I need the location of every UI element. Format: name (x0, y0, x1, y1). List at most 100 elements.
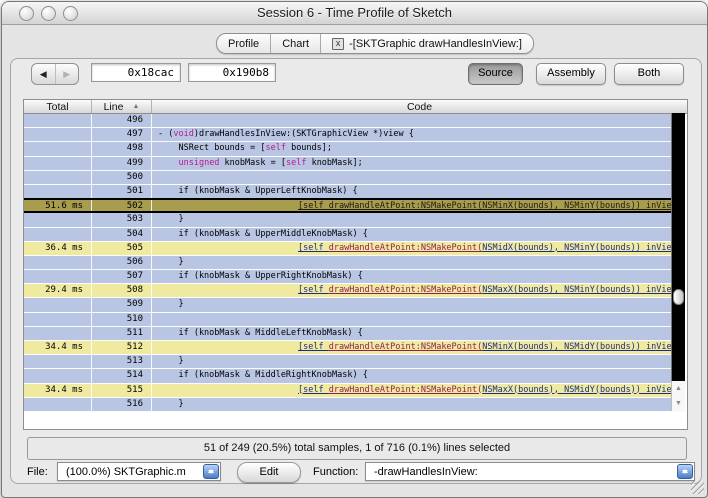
sort-ascending-icon: ▲ (132, 103, 139, 110)
column-header-code[interactable]: Code (152, 100, 687, 113)
table-row[interactable]: 504 if (knobMask & UpperMiddleKnobMask) … (24, 228, 685, 242)
row-total-time (24, 185, 92, 198)
row-total-time (24, 313, 92, 326)
column-header-total[interactable]: Total (24, 100, 92, 113)
profiler-window: Session 6 - Time Profile of Sketch Profi… (1, 1, 708, 498)
table-row[interactable]: 499 unsigned knobMask = [self knobMask]; (24, 157, 685, 171)
row-code: [self drawHandleAtPoint:NSMakePoint(NSMi… (152, 242, 685, 255)
row-code (152, 313, 685, 326)
row-line-number: 507 (92, 270, 152, 283)
table-row[interactable]: 510 (24, 313, 685, 327)
row-total-time (24, 228, 92, 241)
edit-button[interactable]: Edit (237, 462, 301, 483)
row-code: [self drawHandleAtPoint:NSMakePoint(NSMa… (152, 384, 685, 397)
table-row[interactable]: 34.4 ms515[self drawHandleAtPoint:NSMake… (24, 384, 685, 398)
table-row[interactable]: 36.4 ms505[self drawHandleAtPoint:NSMake… (24, 242, 685, 256)
table-row[interactable]: 506 } (24, 256, 685, 270)
screenshot: Session 6 - Time Profile of Sketch Profi… (0, 0, 708, 498)
table-row[interactable]: 509 } (24, 298, 685, 312)
row-code: } (152, 256, 685, 269)
table-row[interactable]: 29.4 ms508[self drawHandleAtPoint:NSMake… (24, 284, 685, 298)
row-line-number: 502 (92, 200, 152, 211)
row-code: } (152, 213, 685, 226)
row-code (152, 114, 685, 127)
table-row[interactable]: 51.6 ms502[self drawHandleAtPoint:NSMake… (24, 198, 685, 213)
table-row[interactable]: 496 (24, 114, 685, 128)
row-line-number: 506 (92, 256, 152, 269)
column-header-line[interactable]: Line ▲ (92, 100, 152, 113)
row-total-time: 51.6 ms (24, 200, 92, 211)
table-row[interactable]: 500 (24, 171, 685, 185)
table-row[interactable]: 501 if (knobMask & UpperLeftKnobMask) { (24, 185, 685, 199)
view-tab-strip: Profile Chart x -[SKTGraphic drawHandles… (216, 33, 534, 54)
row-total-time (24, 398, 92, 411)
sample-status-bar: 51 of 249 (20.5%) total samples, 1 of 71… (27, 437, 687, 460)
code-table-body: 496497- (void)drawHandlesInView:(SKTGrap… (24, 114, 685, 412)
close-tab-icon[interactable]: x (332, 38, 344, 50)
table-row[interactable]: 511 if (knobMask & MiddleLeftKnobMask) { (24, 327, 685, 341)
address-field-end[interactable] (188, 63, 276, 82)
tab-profile[interactable]: Profile (217, 34, 271, 53)
row-code: if (knobMask & UpperMiddleKnobMask) { (152, 228, 685, 241)
row-code: } (152, 355, 685, 368)
table-row[interactable]: 498 NSRect bounds = [self bounds]; (24, 142, 685, 156)
assembly-view-button[interactable]: Assembly (536, 63, 606, 85)
row-total-time (24, 355, 92, 368)
row-code: [self drawHandleAtPoint:NSMakePoint(NSMi… (152, 200, 685, 211)
scrollbar-track[interactable] (671, 113, 685, 381)
source-view-button[interactable]: Source (468, 63, 523, 85)
scrollbar-thumb[interactable] (673, 289, 684, 305)
row-code: unsigned knobMask = [self knobMask]; (152, 157, 685, 170)
forward-arrow-icon[interactable]: ▶ (56, 64, 79, 84)
row-total-time (24, 114, 92, 127)
row-line-number: 513 (92, 355, 152, 368)
tab-chart[interactable]: Chart (271, 34, 321, 53)
file-popup-value: (100.0%) SKTGraphic.m (66, 466, 186, 478)
row-code (152, 171, 685, 184)
function-label: Function: (313, 463, 358, 482)
file-popup[interactable]: (100.0%) SKTGraphic.m (57, 462, 221, 481)
row-total-time (24, 327, 92, 340)
row-total-time (24, 298, 92, 311)
tab-code-browser-label: -[SKTGraphic drawHandlesInView:] (349, 38, 522, 50)
row-line-number: 510 (92, 313, 152, 326)
tab-chart-label: Chart (282, 38, 309, 50)
window-title: Session 6 - Time Profile of Sketch (2, 5, 707, 20)
row-line-number: 512 (92, 341, 152, 354)
row-total-time (24, 171, 92, 184)
table-row[interactable]: 34.4 ms512[self drawHandleAtPoint:NSMake… (24, 341, 685, 355)
line-header-label: Line (104, 101, 124, 113)
history-nav-buttons: ◀ ▶ (31, 63, 79, 85)
back-arrow-icon[interactable]: ◀ (32, 64, 56, 84)
row-line-number: 511 (92, 327, 152, 340)
function-popup[interactable]: -drawHandlesInView: (365, 462, 695, 481)
row-line-number: 505 (92, 242, 152, 255)
table-row[interactable]: 507 if (knobMask & UpperRightKnobMask) { (24, 270, 685, 284)
scroll-down-icon[interactable]: ▼ (672, 396, 685, 411)
row-line-number: 516 (92, 398, 152, 411)
resize-grip[interactable] (691, 481, 704, 494)
table-row[interactable]: 514 if (knobMask & MiddleRightKnobMask) … (24, 369, 685, 383)
row-line-number: 514 (92, 369, 152, 382)
table-row[interactable]: 513 } (24, 355, 685, 369)
code-header-label: Code (407, 101, 432, 113)
popup-arrows-icon (677, 464, 693, 479)
both-view-button[interactable]: Both (614, 63, 684, 85)
row-code: if (knobMask & MiddleLeftKnobMask) { (152, 327, 685, 340)
table-row[interactable]: 497- (void)drawHandlesInView:(SKTGraphic… (24, 128, 685, 142)
code-table: Total Line ▲ Code 496497- (void)drawHand… (23, 99, 688, 430)
title-bar[interactable]: Session 6 - Time Profile of Sketch (2, 2, 707, 25)
row-line-number: 496 (92, 114, 152, 127)
row-code: if (knobMask & UpperLeftKnobMask) { (152, 185, 685, 198)
row-total-time (24, 128, 92, 141)
table-row[interactable]: 516 } (24, 398, 685, 412)
scroll-up-icon[interactable]: ▲ (672, 381, 685, 396)
address-field-start[interactable] (91, 63, 181, 82)
tab-code-browser[interactable]: x -[SKTGraphic drawHandlesInView:] (321, 34, 533, 53)
row-line-number: 508 (92, 284, 152, 297)
table-row[interactable]: 503 } (24, 213, 685, 227)
row-total-time: 36.4 ms (24, 242, 92, 255)
scrollbar-arrows: ▲ ▼ (671, 381, 685, 411)
row-total-time: 34.4 ms (24, 384, 92, 397)
row-line-number: 498 (92, 142, 152, 155)
